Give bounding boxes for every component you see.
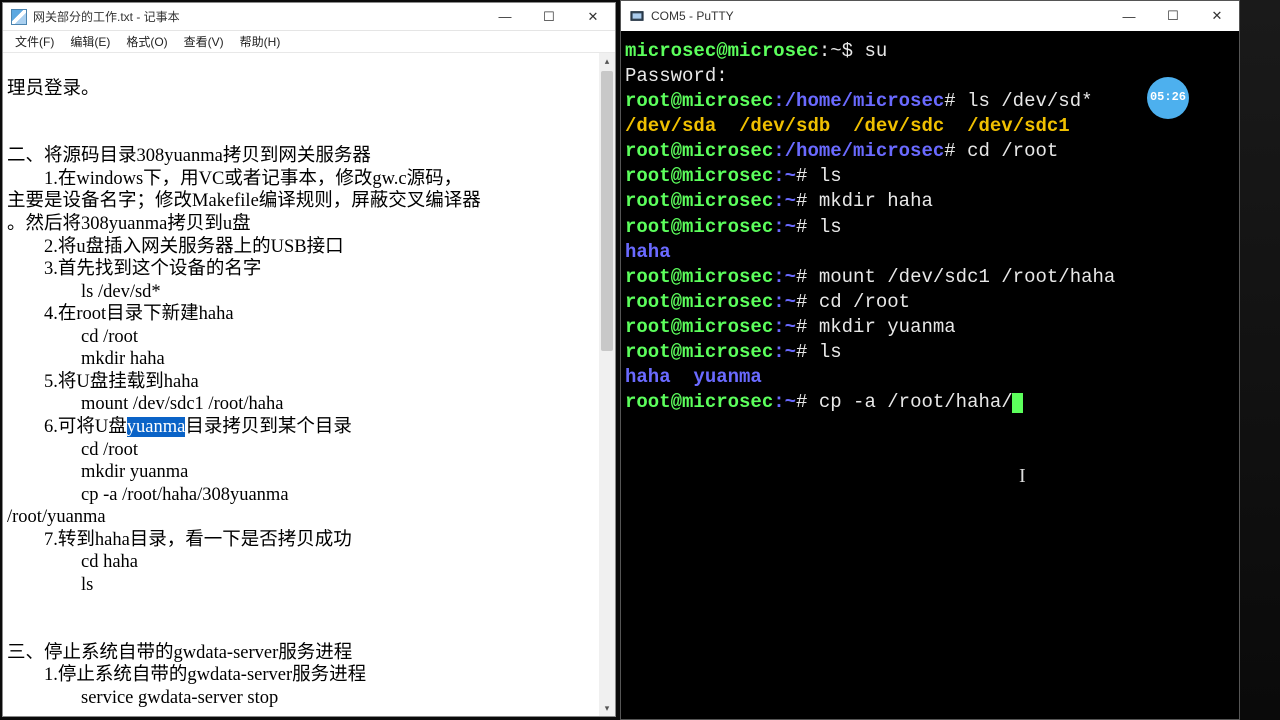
terminal-area[interactable]: microsec@microsec:~$ su Password: root@m… (621, 31, 1239, 719)
term-line: root@microsec:~# mkdir haha (625, 189, 1235, 214)
text-line: service gwdata-server stop (7, 688, 278, 708)
term-line: root@microsec:~# ls (625, 164, 1235, 189)
timestamp-badge: 05:26 (1147, 77, 1189, 119)
putty-app-icon (629, 8, 645, 24)
notepad-titlebar[interactable]: 网关部分的工作.txt - 记事本 — ☐ ✕ (3, 3, 615, 31)
scroll-thumb[interactable] (601, 71, 613, 351)
notepad-app-icon (11, 9, 27, 25)
close-button[interactable]: ✕ (1195, 1, 1239, 31)
term-line: root@microsec:~# cp -a /root/haha/ (625, 390, 1235, 415)
term-line: root@microsec:~# mount /dev/sdc1 /root/h… (625, 265, 1235, 290)
text-line: /root/yuanma (7, 507, 106, 527)
text-line: mkdir yuanma (7, 462, 188, 482)
menu-file[interactable]: 文件(F) (7, 31, 62, 52)
minimize-button[interactable]: — (1107, 1, 1151, 31)
text-line: 2.将u盘插入网关服务器上的USB接口 (7, 237, 344, 257)
text-line: cd haha (7, 552, 138, 572)
text-line: cd /root (7, 327, 138, 347)
text-line: mkdir haha (7, 349, 165, 369)
term-line: root@microsec:~# cd /root (625, 290, 1235, 315)
text-line: 6.可将U盘yuanma目录拷贝到某个目录 (7, 417, 352, 437)
vertical-scrollbar[interactable]: ▴ ▾ (599, 53, 615, 716)
term-line: root@microsec:~# ls (625, 215, 1235, 240)
menu-edit[interactable]: 编辑(E) (62, 31, 118, 52)
putty-title: COM5 - PuTTY (651, 9, 1107, 23)
term-line: haha yuanma (625, 365, 1235, 390)
maximize-button[interactable]: ☐ (527, 3, 571, 31)
term-line: Password: (625, 64, 1235, 89)
text-line: 1.在windows下，用VC或者记事本，修改gw.c源码， (7, 169, 462, 189)
term-line: root@microsec:~# mkdir yuanma (625, 315, 1235, 340)
text-line: cp -a /root/haha/308yuanma (7, 485, 289, 505)
minimize-button[interactable]: — (483, 3, 527, 31)
close-button[interactable]: ✕ (571, 3, 615, 31)
notepad-text-area[interactable]: 理员登录。 二、将源码目录308yuanma拷贝到网关服务器 1.在window… (3, 53, 615, 716)
selected-text: yuanma (127, 417, 186, 437)
text-line: 4.在root目录下新建haha (7, 304, 234, 324)
term-line: haha (625, 240, 1235, 265)
term-line: root@microsec:/home/microsec# ls /dev/sd… (625, 89, 1235, 114)
menu-view[interactable]: 查看(V) (176, 31, 232, 52)
putty-titlebar[interactable]: COM5 - PuTTY — ☐ ✕ (621, 1, 1239, 31)
text-line: 1.停止系统自带的gwdata-server服务进程 (7, 665, 366, 685)
text-line: ls (7, 575, 93, 595)
term-line: root@microsec:/home/microsec# cd /root (625, 139, 1235, 164)
text-line: 3.首先找到这个设备的名字 (7, 259, 261, 279)
text-line: 理员登录。 (7, 79, 100, 99)
menu-format[interactable]: 格式(O) (118, 31, 175, 52)
text-line: 主要是设备名字；修改Makefile编译规则，屏蔽交叉编译器 (7, 191, 481, 211)
text-line: ls /dev/sd* (7, 282, 161, 302)
scroll-up-icon[interactable]: ▴ (599, 53, 615, 69)
notepad-window: 网关部分的工作.txt - 记事本 — ☐ ✕ 文件(F) 编辑(E) 格式(O… (2, 2, 616, 717)
menu-help[interactable]: 帮助(H) (232, 31, 289, 52)
scroll-down-icon[interactable]: ▾ (599, 700, 615, 716)
text-line: 二、将源码目录308yuanma拷贝到网关服务器 (7, 146, 371, 166)
text-caret-icon: I (1019, 463, 1026, 489)
text-line: 。然后将308yuanma拷贝到u盘 (7, 214, 251, 234)
text-line: 三、停止系统自带的gwdata-server服务进程 (7, 643, 352, 663)
terminal-cursor (1012, 393, 1023, 413)
right-background-strip (1240, 0, 1280, 720)
text-line: 7.转到haha目录，看一下是否拷贝成功 (7, 530, 352, 550)
text-line: mount /dev/sdc1 /root/haha (7, 394, 283, 414)
term-line: /dev/sda /dev/sdb /dev/sdc /dev/sdc1 (625, 114, 1235, 139)
text-line: cd /root (7, 440, 138, 460)
notepad-title: 网关部分的工作.txt - 记事本 (33, 8, 483, 25)
text-line: 5.将U盘挂载到haha (7, 372, 199, 392)
term-line: root@microsec:~# ls (625, 340, 1235, 365)
notepad-menubar: 文件(F) 编辑(E) 格式(O) 查看(V) 帮助(H) (3, 31, 615, 53)
putty-window: COM5 - PuTTY — ☐ ✕ microsec@microsec:~$ … (620, 0, 1240, 720)
term-line: microsec@microsec:~$ su (625, 39, 1235, 64)
maximize-button[interactable]: ☐ (1151, 1, 1195, 31)
